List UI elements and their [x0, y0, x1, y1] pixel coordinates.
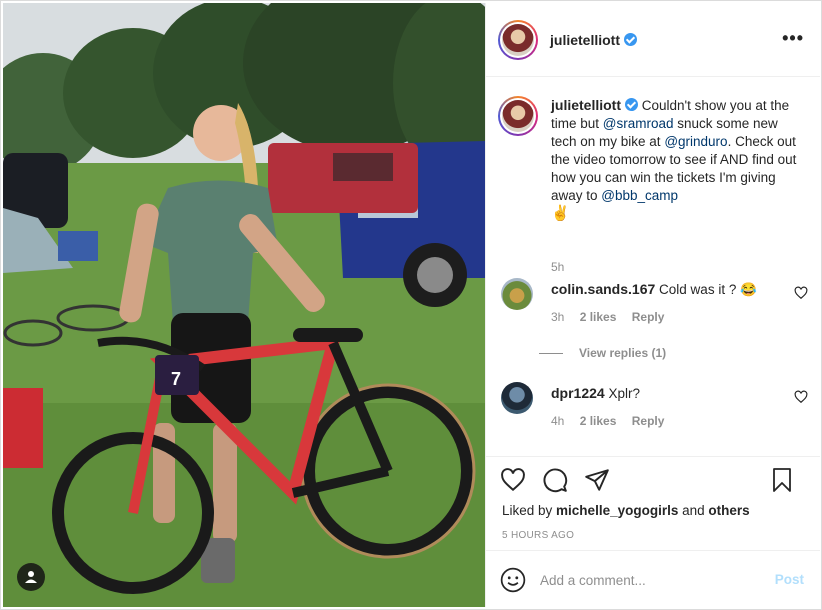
bib-number: 7 — [171, 369, 181, 389]
comment-likes[interactable]: 2 likes — [580, 310, 617, 324]
caption-time[interactable]: 5h — [551, 260, 564, 274]
cyclist-photo-illustration: 7 — [3, 3, 485, 607]
comment-text: Xplr? — [608, 386, 640, 401]
add-comment-bar: Post — [486, 550, 820, 607]
post-header: julietelliott ••• — [486, 3, 820, 77]
comment-time[interactable]: 3h — [551, 310, 564, 324]
comment-reply-button[interactable]: Reply — [632, 310, 665, 324]
verified-badge-icon — [625, 98, 638, 111]
commenter-username[interactable]: dpr1224 — [551, 385, 605, 401]
post-comment-button[interactable]: Post — [775, 572, 804, 587]
post-sidebar: julietelliott ••• julietelliott Couldn't… — [485, 3, 820, 607]
liked-by-others[interactable]: others — [708, 503, 749, 518]
like-heart-icon[interactable] — [500, 467, 528, 495]
action-icons — [500, 467, 622, 497]
author-username[interactable]: julietelliott — [550, 32, 637, 48]
comment-body: dpr1224 Xplr? — [551, 384, 771, 403]
view-replies-button[interactable]: View replies (1) — [539, 346, 666, 360]
comment-time[interactable]: 4h — [551, 414, 564, 428]
more-options-button[interactable]: ••• — [782, 29, 804, 47]
post-actions: Liked by michelle_yogogirls and others 5… — [486, 456, 820, 550]
share-paper-plane-icon[interactable] — [584, 467, 612, 495]
victory-hand-emoji: ✌ — [551, 205, 570, 222]
comment-text: Cold was it ? — [659, 282, 737, 297]
emoji-smiley-icon[interactable] — [500, 567, 526, 593]
author-avatar[interactable] — [498, 20, 538, 60]
liked-by-and: and — [678, 503, 709, 518]
comment-bubble-icon[interactable] — [542, 467, 570, 495]
joy-emoji: 😂 — [740, 282, 757, 297]
commenter-avatar[interactable] — [501, 382, 533, 414]
post-photo[interactable]: 7 — [3, 3, 485, 607]
liked-by-text: Liked by michelle_yogogirls and others — [502, 503, 750, 518]
like-comment-heart-icon[interactable] — [794, 390, 808, 404]
caption-text: julietelliott Couldn't show you at the t… — [551, 96, 806, 223]
mention-bbb-camp[interactable]: @bbb_camp — [601, 188, 678, 203]
comment-reply-button[interactable]: Reply — [632, 414, 665, 428]
comment-meta: 3h 2 likes Reply — [551, 310, 676, 324]
comment-meta: 4h 2 likes Reply — [551, 414, 676, 428]
mention-grinduro[interactable]: @grinduro — [664, 134, 727, 149]
tagged-user-button[interactable] — [17, 563, 45, 591]
mention-sramroad[interactable]: @sramroad — [603, 116, 674, 131]
like-comment-heart-icon[interactable] — [794, 286, 808, 300]
instagram-post: 7 julietelliott ••• julietelliott Couldn… — [0, 0, 822, 610]
comments-list[interactable]: julietelliott Couldn't show you at the t… — [486, 78, 820, 456]
post-timestamp[interactable]: 5 HOURS AGO — [502, 530, 574, 541]
add-comment-input[interactable] — [540, 569, 760, 591]
comment-likes[interactable]: 2 likes — [580, 414, 617, 428]
commenter-avatar[interactable] — [501, 278, 533, 310]
author-username-text[interactable]: julietelliott — [550, 32, 620, 48]
commenter-username[interactable]: colin.sands.167 — [551, 281, 655, 297]
save-bookmark-icon[interactable] — [770, 467, 798, 495]
comment-body: colin.sands.167 Cold was it ? 😂 — [551, 280, 771, 299]
caption-username[interactable]: julietelliott — [551, 97, 621, 113]
verified-badge-icon — [624, 33, 637, 46]
person-icon — [25, 571, 37, 583]
liked-by-user[interactable]: michelle_yogogirls — [556, 503, 678, 518]
liked-by-prefix: Liked by — [502, 503, 557, 518]
caption-avatar[interactable] — [498, 96, 538, 136]
